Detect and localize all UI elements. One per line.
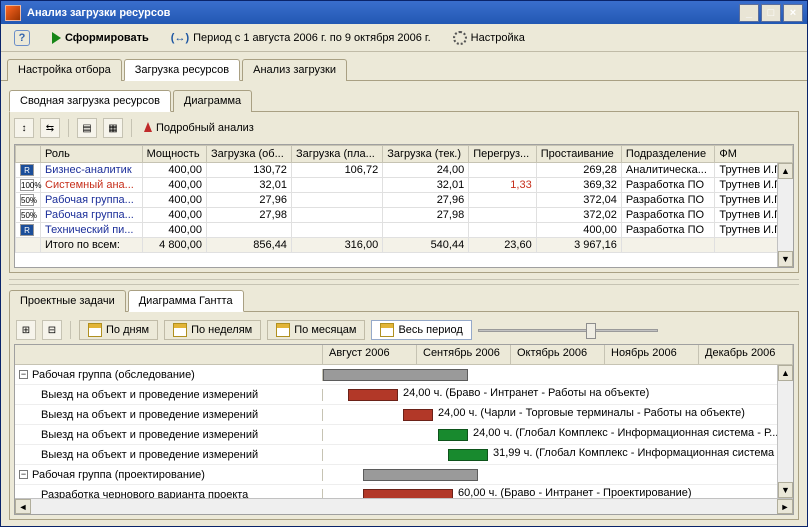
gantt-task-row[interactable]: Выезд на объект и проведение измерений24… bbox=[15, 425, 793, 445]
play-icon bbox=[52, 32, 61, 44]
tab-resources[interactable]: Загрузка ресурсов bbox=[124, 59, 240, 81]
arrows-icon: (↔) bbox=[171, 32, 189, 44]
tab-selection[interactable]: Настройка отбора bbox=[7, 59, 122, 81]
scale-days-button[interactable]: По дням bbox=[79, 320, 158, 340]
sub-tabs: Сводная загрузка ресурсов Диаграмма bbox=[9, 87, 799, 112]
gantt-scrollbar-h[interactable]: ◄ ► bbox=[15, 498, 793, 514]
gantt-group-row[interactable]: −Рабочая группа (обследование) bbox=[15, 365, 793, 385]
question-icon: ? bbox=[14, 30, 30, 46]
gantt-bar-label: 31,99 ч. (Глобал Комплекс - Информационн… bbox=[493, 447, 793, 459]
settings-label: Настройка bbox=[471, 32, 525, 44]
grid-toolbar: ↕ ⇆ ▤ ▦ Подробный анализ bbox=[14, 116, 794, 140]
grid-scrollbar[interactable]: ▲ ▼ bbox=[777, 163, 793, 267]
main-toolbar: ? Сформировать (↔) Период с 1 августа 20… bbox=[1, 24, 807, 52]
gantt-chart[interactable]: Август 2006 Сентябрь 2006 Октябрь 2006 Н… bbox=[14, 344, 794, 515]
gantt-task-row[interactable]: Выезд на объект и проведение измерений24… bbox=[15, 385, 793, 405]
gantt-bar[interactable] bbox=[448, 449, 488, 461]
gantt-bar-label: 24,00 ч. (Браво - Интранет - Работы на о… bbox=[403, 387, 649, 399]
form-button[interactable]: Сформировать bbox=[45, 29, 156, 47]
calendar-icon bbox=[173, 323, 187, 337]
gantt-bar-label: 24,00 ч. (Чарли - Торговые терминалы - Р… bbox=[438, 407, 745, 419]
form-button-label: Сформировать bbox=[65, 32, 149, 44]
minimize-button[interactable]: _ bbox=[739, 4, 759, 22]
summary-pane: ↕ ⇆ ▤ ▦ Подробный анализ Роль Мощность bbox=[9, 112, 799, 273]
settings-button[interactable]: Настройка bbox=[446, 28, 532, 48]
gantt-task-row[interactable]: Выезд на объект и проведение измерений24… bbox=[15, 405, 793, 425]
gantt-pane: ⊞ ⊟ По дням По неделям По месяцам Весь п… bbox=[9, 312, 799, 520]
gantt-group-row[interactable]: −Рабочая группа (проектирование) bbox=[15, 465, 793, 485]
gantt-header: Август 2006 Сентябрь 2006 Октябрь 2006 Н… bbox=[15, 345, 793, 365]
calendar-icon bbox=[380, 323, 394, 337]
calendar-icon bbox=[276, 323, 290, 337]
table-row[interactable]: 50%Рабочая группа...400,0027,9627,96372,… bbox=[16, 193, 793, 208]
gantt-bar[interactable] bbox=[403, 409, 433, 421]
gantt-bar[interactable] bbox=[348, 389, 398, 401]
scale-whole-button[interactable]: Весь период bbox=[371, 320, 471, 340]
tab-analysis[interactable]: Анализ загрузки bbox=[242, 59, 347, 81]
scale-months-button[interactable]: По месяцам bbox=[267, 320, 365, 340]
detail-analysis-button[interactable]: Подробный анализ bbox=[140, 120, 258, 136]
gantt-collapse-icon[interactable]: ⊟ bbox=[42, 320, 62, 340]
slider-thumb[interactable] bbox=[586, 323, 596, 339]
month-label: Ноябрь 2006 bbox=[605, 345, 699, 364]
chart-icon bbox=[144, 122, 152, 132]
zoom-slider[interactable] bbox=[478, 321, 658, 339]
scroll-up-icon[interactable]: ▲ bbox=[778, 365, 793, 381]
gantt-task-row[interactable]: Выезд на объект и проведение измерений31… bbox=[15, 445, 793, 465]
scroll-down-icon[interactable]: ▼ bbox=[778, 251, 793, 267]
filter-icon[interactable]: ▤ bbox=[77, 118, 97, 138]
gantt-bar[interactable] bbox=[363, 469, 478, 481]
scroll-down-icon[interactable]: ▼ bbox=[778, 482, 793, 498]
month-label: Август 2006 bbox=[323, 345, 417, 364]
collapse-icon[interactable]: ⇆ bbox=[40, 118, 60, 138]
scale-weeks-button[interactable]: По неделям bbox=[164, 320, 261, 340]
table-row[interactable]: RБизнес-аналитик400,00130,72106,7224,002… bbox=[16, 163, 793, 178]
titlebar: Анализ загрузки ресурсов _ □ × bbox=[1, 1, 807, 24]
collapse-icon[interactable]: − bbox=[19, 370, 28, 379]
close-button[interactable]: × bbox=[783, 4, 803, 22]
resources-panel: Сводная загрузка ресурсов Диаграмма ↕ ⇆ … bbox=[1, 81, 807, 526]
month-label: Сентябрь 2006 bbox=[417, 345, 511, 364]
help-button[interactable]: ? bbox=[7, 27, 37, 49]
tab-project-tasks[interactable]: Проектные задачи bbox=[9, 290, 126, 312]
table-row[interactable]: 100%Системный ана...400,0032,0132,011,33… bbox=[16, 178, 793, 193]
expand-icon[interactable]: ↕ bbox=[14, 118, 34, 138]
table-row[interactable]: RТехнический пи...400,00400,00Разработка… bbox=[16, 223, 793, 238]
month-label: Октябрь 2006 bbox=[511, 345, 605, 364]
lower-tabs: Проектные задачи Диаграмма Гантта bbox=[9, 285, 799, 312]
sort-icon[interactable]: ▦ bbox=[103, 118, 123, 138]
gantt-bar[interactable] bbox=[438, 429, 468, 441]
scroll-left-icon[interactable]: ◄ bbox=[15, 499, 31, 514]
period-label: Период с 1 августа 2006 г. по 9 октября … bbox=[193, 32, 431, 44]
app-window: Анализ загрузки ресурсов _ □ × ? Сформир… bbox=[0, 0, 808, 527]
subtab-summary[interactable]: Сводная загрузка ресурсов bbox=[9, 90, 171, 112]
scroll-right-icon[interactable]: ► bbox=[777, 499, 793, 514]
month-label: Декабрь 2006 bbox=[699, 345, 793, 364]
scroll-up-icon[interactable]: ▲ bbox=[778, 163, 793, 179]
maximize-button[interactable]: □ bbox=[761, 4, 781, 22]
gear-icon bbox=[453, 31, 467, 45]
subtab-diagram[interactable]: Диаграмма bbox=[173, 90, 252, 112]
detail-analysis-label: Подробный анализ bbox=[156, 122, 254, 134]
table-row[interactable]: 50%Рабочая группа...400,0027,9827,98372,… bbox=[16, 208, 793, 223]
gantt-bar-label: 24,00 ч. (Глобал Комплекс - Информационн… bbox=[473, 427, 778, 439]
main-tabs: Настройка отбора Загрузка ресурсов Анали… bbox=[1, 52, 807, 81]
total-row: Итого по всем: 4 800,00 856,44 316,00 54… bbox=[16, 238, 793, 253]
app-icon bbox=[5, 5, 21, 21]
gantt-scrollbar-v[interactable]: ▲ ▼ bbox=[777, 365, 793, 498]
period-button[interactable]: (↔) Период с 1 августа 2006 г. по 9 октя… bbox=[164, 29, 438, 47]
collapse-icon[interactable]: − bbox=[19, 470, 28, 479]
tab-gantt[interactable]: Диаграмма Гантта bbox=[128, 290, 244, 312]
gantt-bar[interactable] bbox=[323, 369, 468, 381]
calendar-icon bbox=[88, 323, 102, 337]
gantt-toolbar: ⊞ ⊟ По дням По неделям По месяцам Весь п… bbox=[14, 316, 794, 344]
resources-grid[interactable]: Роль Мощность Загрузка (об... Загрузка (… bbox=[14, 144, 794, 268]
gantt-expand-icon[interactable]: ⊞ bbox=[16, 320, 36, 340]
window-title: Анализ загрузки ресурсов bbox=[27, 7, 739, 19]
